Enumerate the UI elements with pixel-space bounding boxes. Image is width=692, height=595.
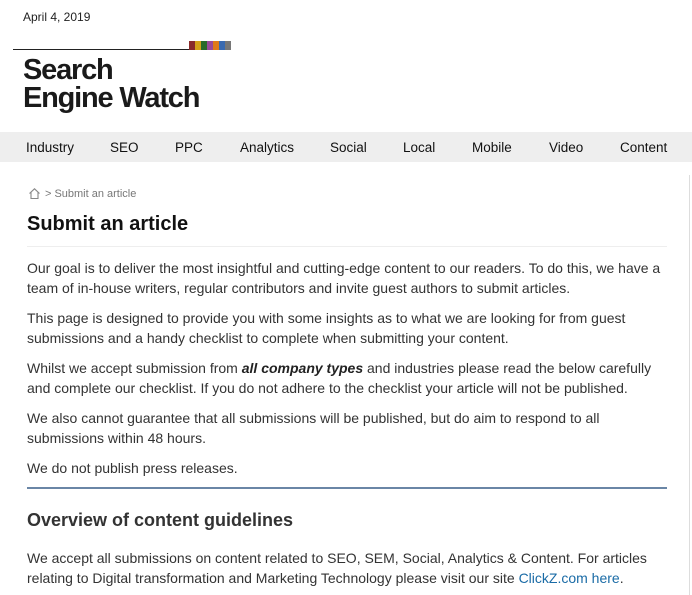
main-nav: Industry SEO PPC Analytics Social Local … (0, 132, 692, 162)
site-logo[interactable]: Search Engine Watch (13, 40, 233, 120)
nav-item-social[interactable]: Social (330, 140, 367, 155)
logo-color-stripes (189, 41, 231, 50)
section-divider (27, 487, 667, 489)
nav-item-industry[interactable]: Industry (26, 140, 74, 155)
p6-after: . (619, 570, 624, 586)
logo-line-2: Engine Watch (23, 82, 200, 114)
company-types-emphasis: all company types (241, 360, 364, 376)
breadcrumb: > Submit an article (28, 187, 136, 200)
intro-paragraph: Our goal is to deliver the most insightf… (27, 260, 661, 296)
breadcrumb-separator: > (45, 187, 52, 200)
guarantee-paragraph: We also cannot guarantee that all submis… (27, 410, 600, 446)
nav-item-analytics[interactable]: Analytics (240, 140, 294, 155)
p3-before: Whilst we accept submission from (27, 360, 242, 376)
guidelines-paragraph: We accept all submissions on content rel… (27, 548, 672, 588)
nav-item-content[interactable]: Content (620, 140, 667, 155)
section-title: Overview of content guidelines (27, 510, 294, 530)
title-divider (27, 246, 667, 247)
nav-item-seo[interactable]: SEO (110, 140, 139, 155)
logo-line-1: Search (23, 54, 114, 86)
logo-rule (13, 49, 189, 50)
breadcrumb-current: Submit an article (54, 187, 137, 200)
company-types-paragraph: Whilst we accept submission from all com… (27, 358, 672, 398)
nav-item-local[interactable]: Local (403, 140, 435, 155)
page-title: Submit an article (27, 213, 189, 235)
date-label: April 4, 2019 (23, 10, 91, 24)
nav-item-ppc[interactable]: PPC (175, 140, 203, 155)
press-release-paragraph: We do not publish press releases. (27, 460, 238, 476)
logo-stripe (225, 41, 231, 50)
clickz-link[interactable]: ClickZ.com here (519, 570, 620, 586)
content-edge (689, 175, 690, 595)
nav-item-video[interactable]: Video (549, 140, 583, 155)
insights-paragraph: This page is designed to provide you wit… (27, 310, 626, 346)
home-icon[interactable] (28, 187, 41, 200)
nav-item-mobile[interactable]: Mobile (472, 140, 512, 155)
logo-text: Search Engine Watch (23, 54, 200, 114)
